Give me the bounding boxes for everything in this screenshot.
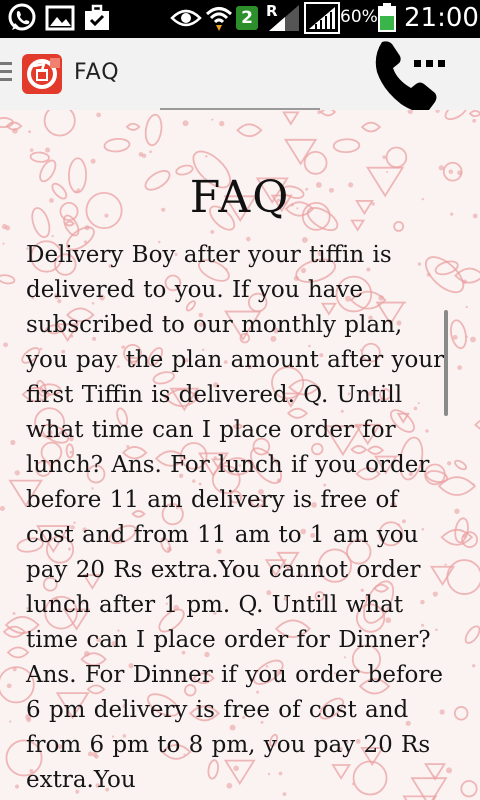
- action-bar: FAQ: [0, 38, 480, 113]
- drawer-menu-icon[interactable]: [0, 62, 14, 86]
- wifi-icon: [204, 3, 234, 33]
- briefcase-icon: [82, 3, 112, 33]
- notification-badge: 2: [236, 6, 258, 30]
- vertical-scrollbar[interactable]: [444, 310, 448, 416]
- whatsapp-icon: [4, 3, 40, 33]
- tiffin-logo-icon[interactable]: [22, 54, 62, 94]
- faq-heading: FAQ: [189, 172, 291, 223]
- eye-icon: [170, 3, 202, 33]
- faq-scroll-view[interactable]: FAQ Delivery Boy after your tiffin is de…: [0, 110, 480, 800]
- signal-strength-icon: [304, 2, 340, 34]
- faq-text: Delivery Boy after your tiffin is delive…: [26, 242, 445, 793]
- phone-call-icon[interactable]: [372, 38, 454, 114]
- clock: 21:00: [404, 3, 479, 33]
- status-bar: 2 R 60% 21:00: [0, 0, 480, 38]
- gallery-icon: [44, 3, 76, 33]
- signal-icon: [266, 3, 302, 33]
- battery-percent: 60%: [340, 7, 378, 27]
- battery-icon: [376, 3, 398, 33]
- action-bar-title: FAQ: [74, 60, 120, 85]
- faq-content-area[interactable]: FAQ Delivery Boy after your tiffin is de…: [0, 110, 480, 800]
